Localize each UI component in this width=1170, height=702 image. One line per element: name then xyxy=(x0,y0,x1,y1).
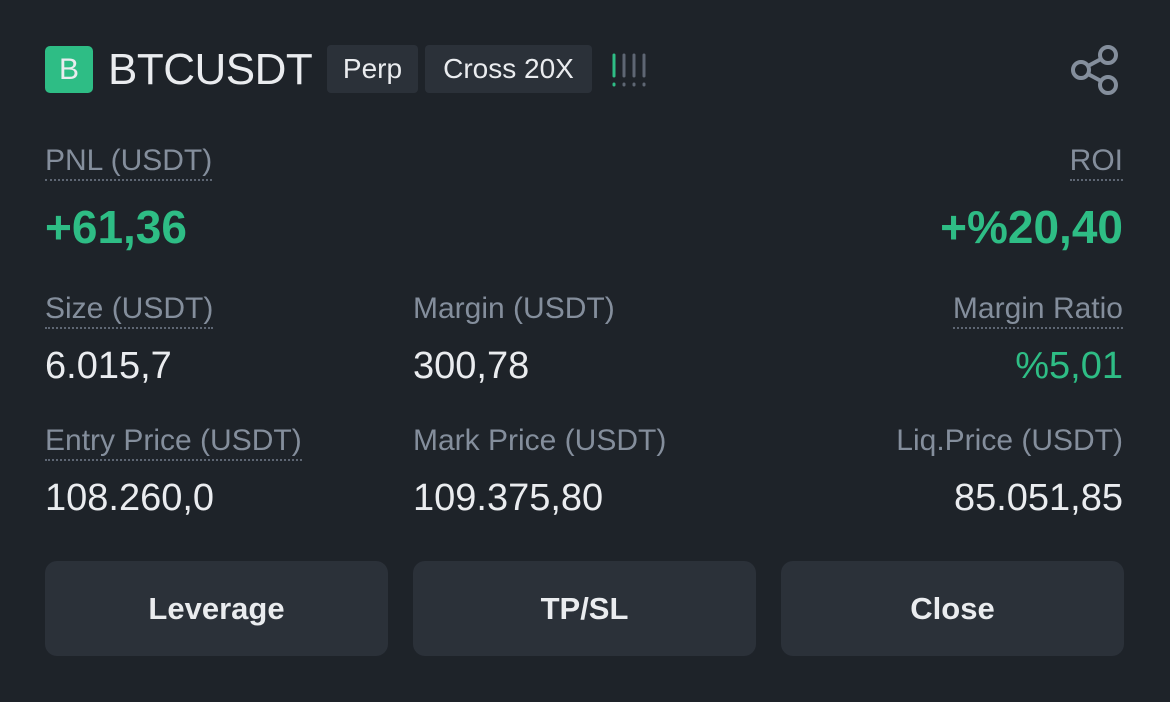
mark-price-label: Mark Price (USDT) xyxy=(413,424,667,457)
leverage-button[interactable]: Leverage xyxy=(45,561,388,656)
margin-ratio-value: %5,01 xyxy=(1015,345,1123,387)
symbol-title[interactable]: BTCUSDT xyxy=(108,44,313,96)
pnl-label[interactable]: PNL (USDT) xyxy=(45,143,213,181)
roi-label[interactable]: ROI xyxy=(1069,143,1123,181)
margin-ratio-label[interactable]: Margin Ratio xyxy=(952,291,1123,329)
mark-price-value: 109.375,80 xyxy=(413,477,604,519)
contract-type-badge: Perp xyxy=(327,45,418,93)
entry-price-value: 108.260,0 xyxy=(45,477,215,519)
risk-bars-icon xyxy=(612,53,646,87)
size-value: 6.015,7 xyxy=(45,345,172,387)
liq-price-label: Liq.Price (USDT) xyxy=(896,424,1123,457)
tpsl-button[interactable]: TP/SL xyxy=(413,561,756,656)
share-icon[interactable] xyxy=(1068,44,1122,96)
close-position-button[interactable]: Close xyxy=(781,561,1124,656)
margin-value: 300,78 xyxy=(413,345,530,387)
position-card: B BTCUSDT Perp Cross 20X PNL (USDT) +61,… xyxy=(0,0,1170,702)
margin-mode-badge[interactable]: Cross 20X xyxy=(425,45,592,93)
liq-price-value: 85.051,85 xyxy=(953,477,1123,519)
roi-value: +%20,40 xyxy=(940,201,1123,253)
entry-price-label[interactable]: Entry Price (USDT) xyxy=(45,423,302,461)
coin-logo-icon: B xyxy=(45,46,93,93)
pnl-value: +61,36 xyxy=(45,201,187,253)
margin-label: Margin (USDT) xyxy=(413,292,615,325)
size-label[interactable]: Size (USDT) xyxy=(45,291,214,329)
